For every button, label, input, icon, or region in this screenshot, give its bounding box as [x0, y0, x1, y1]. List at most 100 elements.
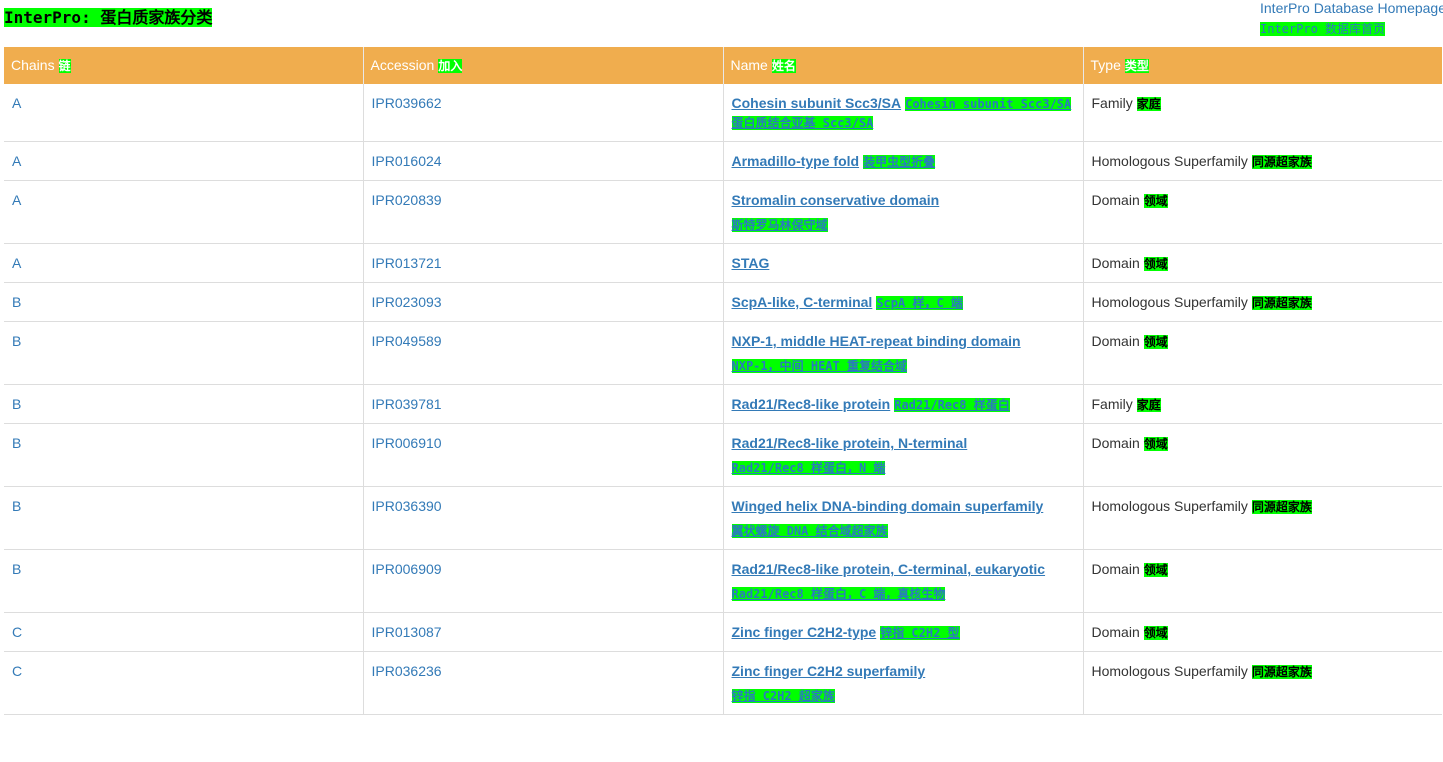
chain-cell[interactable]: C: [4, 612, 364, 652]
chain-cell[interactable]: B: [4, 321, 364, 385]
entry-name-zh[interactable]: Cohesin subunit Scc3/SA: [905, 97, 1072, 111]
table-row: C IPR036236 Zinc finger C2H2 superfamily 锌指…: [4, 651, 1442, 715]
chain-cell[interactable]: B: [4, 486, 364, 550]
chain-cell[interactable]: A: [4, 243, 364, 283]
type-zh: 领域: [1143, 194, 1168, 208]
chain-cell[interactable]: A: [4, 84, 364, 142]
type-cell: Homologous Superfamily 同源超家族: [1083, 486, 1442, 550]
homepage-link[interactable]: InterPro Database Homepage: [1260, 0, 1443, 16]
type-cell: Family 家庭: [1083, 84, 1442, 142]
entry-name-zh[interactable]: Rad21/Rec8 样蛋白，N 端: [731, 461, 886, 475]
table-row: B IPR006909 Rad21/Rec8-like protein, C-ter…: [4, 549, 1442, 613]
table-row: B IPR023093 ScpA-like, C-terminal ScpA 样，C …: [4, 282, 1442, 322]
entry-name-link[interactable]: STAG: [732, 255, 770, 271]
type-zh: 家庭: [1136, 398, 1161, 412]
entry-name-zh[interactable]: 斯特罗马林保守域: [731, 218, 828, 232]
type-zh: 领域: [1143, 335, 1168, 349]
homepage-link-zh[interactable]: InterPro 数据库首页: [1260, 22, 1386, 36]
type-zh: 领域: [1143, 437, 1168, 451]
type-zh: 同源超家族: [1251, 500, 1312, 514]
name-cell: Zinc finger C2H2 superfamily 锌指 C2H2 超家族: [723, 651, 1084, 715]
entry-name-link[interactable]: NXP-1, middle HEAT-repeat binding domain: [732, 333, 1021, 349]
type-cell: Domain 领域: [1083, 243, 1442, 283]
entry-name-link[interactable]: ScpA-like, C-terminal: [732, 294, 873, 310]
name-cell: ScpA-like, C-terminal ScpA 样，C 端: [723, 282, 1084, 322]
type-zh: 领域: [1143, 626, 1168, 640]
entry-name-zh[interactable]: 装甲虫型折叠: [863, 155, 936, 169]
entry-name-zh[interactable]: 锌指 C2H2 超家族: [731, 689, 835, 703]
entry-name-link[interactable]: Rad21/Rec8-like protein, C-terminal, euk…: [732, 561, 1046, 577]
accession-cell[interactable]: IPR013087: [363, 612, 724, 652]
type-cell: Family 家庭: [1083, 384, 1442, 424]
accession-cell[interactable]: IPR036390: [363, 486, 724, 550]
type-cell: Domain 领域: [1083, 549, 1442, 613]
table-body: A IPR039662 Cohesin subunit Scc3/SA Cohesin…: [4, 84, 1442, 715]
entry-name-zh[interactable]: Rad21/Rec8 样蛋白: [894, 398, 1010, 412]
entry-name-link[interactable]: Rad21/Rec8-like protein, N-terminal: [732, 435, 968, 451]
chain-cell[interactable]: A: [4, 180, 364, 244]
name-cell: Winged helix DNA-binding domain superfam…: [723, 486, 1084, 550]
table-row: B IPR036390 Winged helix DNA-binding domai…: [4, 486, 1442, 550]
interpro-table: Chains 链 Accession 加入 Name 姓名 Type 类型 A IPR03…: [4, 47, 1442, 715]
chain-cell[interactable]: C: [4, 651, 364, 715]
table-row: B IPR049589 NXP-1, middle HEAT-repeat bind…: [4, 321, 1442, 385]
entry-name-link[interactable]: Cohesin subunit Scc3/SA: [732, 95, 902, 111]
accession-cell[interactable]: IPR039662: [363, 84, 724, 142]
chain-cell[interactable]: B: [4, 423, 364, 487]
entry-name-link[interactable]: Rad21/Rec8-like protein: [732, 396, 891, 412]
entry-name-zh[interactable]: NXP-1，中间 HEAT 重复结合域: [731, 359, 907, 373]
table-row: B IPR039781 Rad21/Rec8-like protein Rad21/R…: [4, 384, 1442, 424]
accession-cell[interactable]: IPR006910: [363, 423, 724, 487]
entry-name-zh-2[interactable]: 蛋白质结合亚基 Scc3/SA: [731, 116, 874, 130]
accession-cell[interactable]: IPR049589: [363, 321, 724, 385]
entry-name-link[interactable]: Zinc finger C2H2-type: [732, 624, 877, 640]
type-zh: 家庭: [1136, 97, 1161, 111]
type-zh: 同源超家族: [1251, 296, 1312, 310]
type-cell: Homologous Superfamily 同源超家族: [1083, 141, 1442, 181]
entry-name-link[interactable]: Stromalin conservative domain: [732, 192, 940, 208]
name-cell: STAG: [723, 243, 1084, 283]
name-cell: Armadillo-type fold 装甲虫型折叠: [723, 141, 1084, 181]
entry-name-link[interactable]: Winged helix DNA-binding domain superfam…: [732, 498, 1044, 514]
chain-cell[interactable]: A: [4, 141, 364, 181]
type-cell: Domain 领域: [1083, 180, 1442, 244]
type-zh: 领域: [1143, 257, 1168, 271]
name-cell: Zinc finger C2H2-type 锌指 C2H2 型: [723, 612, 1084, 652]
name-cell: Rad21/Rec8-like protein Rad21/Rec8 样蛋白: [723, 384, 1084, 424]
type-cell: Domain 领域: [1083, 612, 1442, 652]
name-cell: NXP-1, middle HEAT-repeat binding domain…: [723, 321, 1084, 385]
header-accession: Accession 加入: [363, 47, 724, 84]
table-row: A IPR016024 Armadillo-type fold 装甲虫型折叠 Homol…: [4, 141, 1442, 181]
accession-cell[interactable]: IPR036236: [363, 651, 724, 715]
accession-cell[interactable]: IPR013721: [363, 243, 724, 283]
type-cell: Domain 领域: [1083, 423, 1442, 487]
accession-cell[interactable]: IPR020839: [363, 180, 724, 244]
accession-cell[interactable]: IPR039781: [363, 384, 724, 424]
homepage-link-block[interactable]: InterPro Database Homepage InterPro 数据库首…: [1260, 0, 1443, 36]
type-cell: Homologous Superfamily 同源超家族: [1083, 651, 1442, 715]
table-row: B IPR006910 Rad21/Rec8-like protein, N-ter…: [4, 423, 1442, 487]
name-cell: Stromalin conservative domain 斯特罗马林保守域: [723, 180, 1084, 244]
table-row: A IPR039662 Cohesin subunit Scc3/SA Cohesin…: [4, 84, 1442, 142]
table-row: A IPR013721 STAG Domain 领域: [4, 243, 1442, 283]
header-name: Name 姓名: [723, 47, 1084, 84]
entry-name-link[interactable]: Zinc finger C2H2 superfamily: [732, 663, 926, 679]
type-cell: Domain 领域: [1083, 321, 1442, 385]
header-type: Type 类型: [1083, 47, 1442, 84]
entry-name-zh[interactable]: 锌指 C2H2 型: [880, 626, 960, 640]
type-cell: Homologous Superfamily 同源超家族: [1083, 282, 1442, 322]
accession-cell[interactable]: IPR023093: [363, 282, 724, 322]
chain-cell[interactable]: B: [4, 549, 364, 613]
name-cell: Rad21/Rec8-like protein, N-terminal Rad21…: [723, 423, 1084, 487]
entry-name-zh[interactable]: ScpA 样，C 端: [876, 296, 963, 310]
table-header-row: Chains 链 Accession 加入 Name 姓名 Type 类型: [4, 47, 1442, 84]
entry-name-zh[interactable]: Rad21/Rec8 样蛋白，C 端，真核生物: [731, 587, 946, 601]
accession-cell[interactable]: IPR006909: [363, 549, 724, 613]
name-cell: Cohesin subunit Scc3/SA Cohesin subunit S…: [723, 84, 1084, 142]
entry-name-link[interactable]: Armadillo-type fold: [732, 153, 860, 169]
table-row: C IPR013087 Zinc finger C2H2-type 锌指 C2H2 型…: [4, 612, 1442, 652]
entry-name-zh[interactable]: 翼状螺旋 DNA 结合域超家族: [731, 524, 888, 538]
chain-cell[interactable]: B: [4, 282, 364, 322]
accession-cell[interactable]: IPR016024: [363, 141, 724, 181]
chain-cell[interactable]: B: [4, 384, 364, 424]
